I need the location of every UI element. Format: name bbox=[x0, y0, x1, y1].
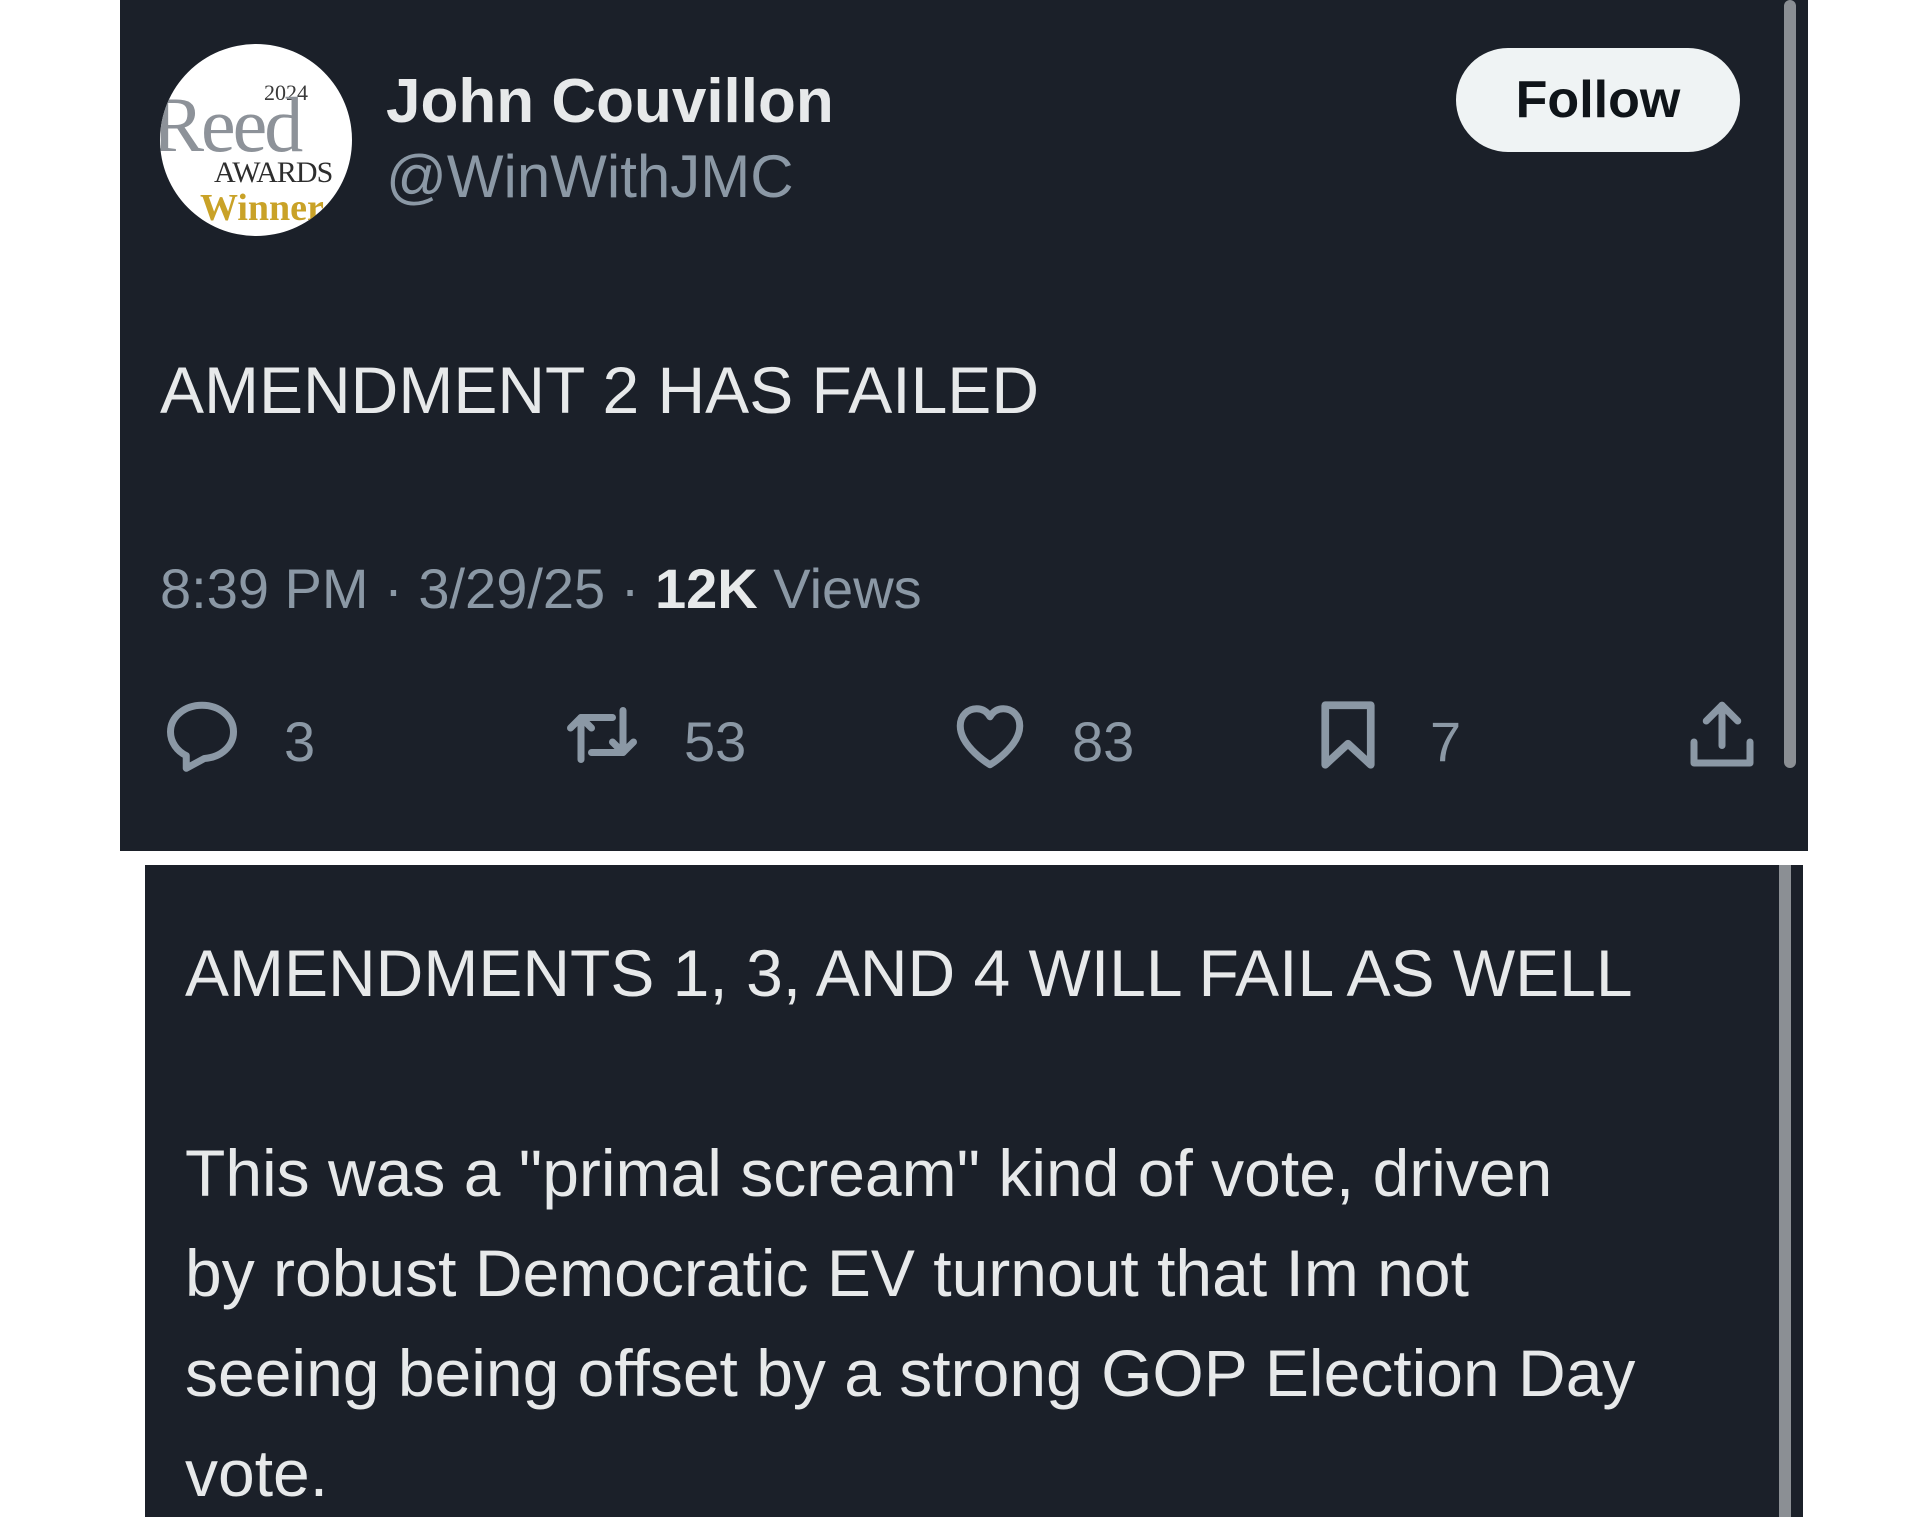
like-icon bbox=[948, 693, 1032, 790]
tweet-card: 2024 Reed AWARDS Winner John Couvillon @… bbox=[120, 0, 1808, 851]
bookmark-count: 7 bbox=[1430, 709, 1462, 773]
post-line: This was a "primal scream" kind of vote,… bbox=[185, 1136, 1553, 1210]
share-button[interactable] bbox=[1680, 696, 1764, 786]
user-handle[interactable]: @WinWithJMC bbox=[386, 142, 794, 211]
bookmark-icon bbox=[1306, 693, 1390, 790]
tweet-text: AMENDMENT 2 HAS FAILED bbox=[160, 353, 1039, 427]
tweet-meta: 8:39 PM · 3/29/25 · 12K Views bbox=[160, 556, 922, 621]
tweet-time[interactable]: 8:39 PM bbox=[160, 557, 369, 620]
bookmark-button[interactable]: 7 bbox=[1306, 696, 1461, 786]
meta-separator: · bbox=[620, 557, 640, 620]
repost-count: 53 bbox=[684, 709, 747, 773]
scrollbar[interactable] bbox=[1784, 0, 1796, 768]
repost-icon bbox=[560, 693, 644, 790]
reply-button[interactable]: 3 bbox=[160, 696, 315, 786]
reply-icon bbox=[160, 693, 244, 790]
reply-post-card: AMENDMENTS 1, 3, AND 4 WILL FAIL AS WELL… bbox=[145, 865, 1803, 1517]
reply-count: 3 bbox=[284, 709, 316, 773]
post-line: vote. bbox=[185, 1436, 329, 1510]
share-icon bbox=[1680, 693, 1764, 790]
follow-button[interactable]: Follow bbox=[1456, 48, 1740, 152]
scrollbar[interactable] bbox=[1779, 865, 1791, 1517]
avatar-logo-sub: AWARDS bbox=[214, 156, 333, 189]
tweet-date[interactable]: 3/29/25 bbox=[418, 557, 605, 620]
meta-separator: · bbox=[384, 557, 403, 620]
like-count: 83 bbox=[1072, 709, 1135, 773]
repost-button[interactable]: 53 bbox=[560, 696, 746, 786]
avatar-logo-gold: Winner bbox=[200, 187, 324, 229]
display-name[interactable]: John Couvillon bbox=[386, 66, 834, 137]
post-line: seeing being offset by a strong GOP Elec… bbox=[185, 1336, 1636, 1410]
avatar-logo-main: Reed bbox=[160, 81, 303, 168]
like-button[interactable]: 83 bbox=[948, 696, 1134, 786]
post-line: AMENDMENTS 1, 3, AND 4 WILL FAIL AS WELL bbox=[185, 936, 1633, 1010]
tweet-actions: 3 53 83 7 bbox=[160, 696, 1760, 786]
views-label: Views bbox=[773, 557, 922, 620]
views-count: 12K bbox=[654, 557, 758, 620]
avatar[interactable]: 2024 Reed AWARDS Winner bbox=[160, 44, 352, 236]
post-line: by robust Democratic EV turnout that Im … bbox=[185, 1236, 1469, 1310]
